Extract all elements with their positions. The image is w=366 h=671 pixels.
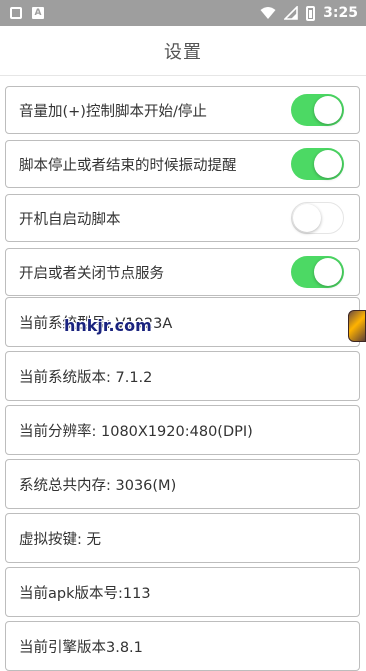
info-row-memory: 系统总共内存: 3036(M) — [5, 459, 360, 509]
page-title: 设置 — [164, 41, 202, 63]
status-time: 3:25 — [323, 5, 358, 21]
info-label: 当前分辨率: 1080X1920:480(DPI) — [19, 423, 253, 440]
setting-row-vibrate-reminder[interactable]: 脚本停止或者结束的时候振动提醒 — [5, 140, 360, 188]
signal-icon — [284, 6, 298, 20]
info-row-system-version: 当前系统版本: 7.1.2 — [5, 351, 360, 401]
status-bar-left: A — [10, 7, 44, 19]
setting-row-autostart[interactable]: 开机自启动脚本 — [5, 194, 360, 242]
info-row-virtual-keys: 虚拟按键: 无 — [5, 513, 360, 563]
title-bar: 设置 — [0, 26, 366, 76]
setting-label: 开机自启动脚本 — [19, 211, 121, 228]
info-label: 系统总共内存: 3036(M) — [19, 477, 177, 494]
setting-label: 音量加(+)控制脚本开始/停止 — [19, 103, 207, 120]
info-row-engine-version: 当前引擎版本3.8.1 — [5, 621, 360, 671]
info-row-system-model: 当前系统型号: V1923A — [5, 297, 360, 347]
toggle-knob — [293, 204, 321, 232]
setting-label: 脚本停止或者结束的时候振动提醒 — [19, 157, 237, 174]
notification-square-icon — [10, 7, 22, 19]
toggle-knob — [314, 150, 342, 178]
watermark-text: hnkjr.com — [64, 316, 152, 335]
toggle-knob — [314, 96, 342, 124]
info-row-apk-version: 当前apk版本号:113 — [5, 567, 360, 617]
floating-app-icon[interactable] — [348, 310, 366, 342]
info-label: 虚拟按键: 无 — [19, 531, 101, 548]
toggle-knob — [314, 258, 342, 286]
info-row-resolution: 当前分辨率: 1080X1920:480(DPI) — [5, 405, 360, 455]
setting-row-volume-control[interactable]: 音量加(+)控制脚本开始/停止 — [5, 86, 360, 134]
vibrate-reminder-toggle[interactable] — [291, 148, 344, 180]
setting-label: 开启或者关闭节点服务 — [19, 265, 164, 282]
info-label: 当前系统版本: 7.1.2 — [19, 369, 153, 386]
status-bar-right: 3:25 — [260, 5, 358, 21]
status-bar: A 3:25 — [0, 0, 366, 26]
node-service-toggle[interactable] — [291, 256, 344, 288]
info-label: 当前引擎版本3.8.1 — [19, 639, 143, 656]
autostart-toggle[interactable] — [291, 202, 344, 234]
wifi-icon — [260, 7, 276, 19]
battery-icon — [306, 5, 316, 21]
info-label: 当前apk版本号:113 — [19, 585, 151, 602]
app-a-icon: A — [32, 7, 44, 19]
setting-row-node-service[interactable]: 开启或者关闭节点服务 — [5, 248, 360, 296]
volume-control-toggle[interactable] — [291, 94, 344, 126]
